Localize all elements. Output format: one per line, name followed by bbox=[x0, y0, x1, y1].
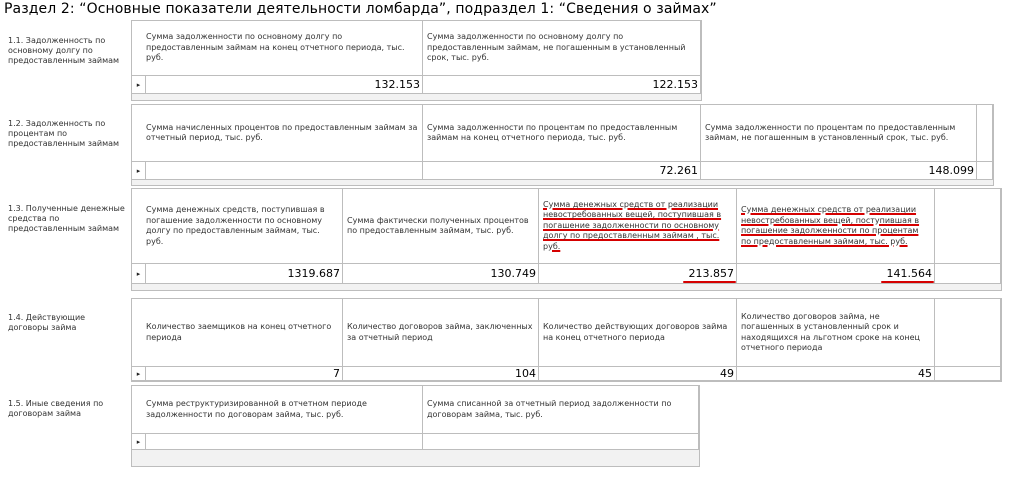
value-cell[interactable]: 72.261 bbox=[423, 162, 701, 180]
column-header-highlighted[interactable]: Сумма денежных средств от реализации нев… bbox=[539, 189, 737, 264]
column-header[interactable]: Количество договоров займа, заключенных … bbox=[343, 299, 539, 367]
column-header-highlighted[interactable]: Сумма денежных средств от реализации нев… bbox=[737, 189, 935, 264]
section-label-1-4: 1.4. Действующие договоры займа bbox=[8, 313, 86, 332]
value-cell[interactable]: 1319.687 bbox=[146, 264, 343, 284]
column-header[interactable]: Сумма задолженности по основному долгу п… bbox=[423, 21, 701, 76]
column-header[interactable]: Сумма фактически полученных процентов по… bbox=[343, 189, 539, 264]
value-cell[interactable]: 49 bbox=[539, 367, 737, 381]
column-header[interactable]: Сумма списанной за отчетный период задол… bbox=[423, 386, 699, 434]
row-selector[interactable]: ▸ bbox=[132, 367, 146, 381]
highlighted-text: Сумма денежных средств от реализации нев… bbox=[741, 205, 920, 246]
value-cell[interactable] bbox=[146, 162, 423, 180]
value-cell[interactable]: 104 bbox=[343, 367, 539, 381]
filler-column bbox=[935, 189, 1001, 264]
column-header[interactable]: Сумма задолженности по процентам по пред… bbox=[701, 105, 977, 162]
value-cell[interactable]: 7 bbox=[146, 367, 343, 381]
value-cell[interactable] bbox=[146, 434, 423, 450]
value-cell[interactable]: 148.099 bbox=[701, 162, 977, 180]
section-label-1-5: 1.5. Иные сведения по договорам займа bbox=[8, 399, 104, 418]
value-cell[interactable]: 122.153 bbox=[423, 76, 701, 94]
grid-other-info: Сумма реструктуризированной в отчетном п… bbox=[131, 385, 700, 467]
row-selector[interactable]: ▸ bbox=[132, 434, 146, 450]
section-label-1-3: 1.3. Полученные денежные средства по пре… bbox=[8, 204, 125, 233]
value-cell[interactable]: 45 bbox=[737, 367, 935, 381]
column-header[interactable]: Количество заемщиков на конец отчетного … bbox=[132, 299, 343, 367]
column-header[interactable]: Сумма денежных средств, поступившая в по… bbox=[132, 189, 343, 264]
grid-received-funds: Сумма денежных средств, поступившая в по… bbox=[131, 188, 1002, 291]
filler-cell bbox=[977, 162, 993, 180]
section-label-1-1: 1.1. Задолженность по основному долгу по… bbox=[8, 36, 120, 65]
value-cell-highlighted[interactable]: 213.857 bbox=[539, 264, 737, 284]
value-cell[interactable]: 130.749 bbox=[343, 264, 539, 284]
section-label-1-2: 1.2. Задолженность по процентам по предо… bbox=[8, 119, 120, 148]
column-header[interactable]: Сумма начисленных процентов по предостав… bbox=[132, 105, 423, 162]
filler-column bbox=[935, 299, 1001, 367]
highlighted-text: Сумма денежных средств от реализации нев… bbox=[543, 199, 722, 251]
column-header[interactable]: Количество действующих договоров займа н… bbox=[539, 299, 737, 367]
page-title: Раздел 2: “Основные показатели деятельно… bbox=[4, 1, 717, 17]
value-cell-highlighted[interactable]: 141.564 bbox=[737, 264, 935, 284]
column-header[interactable]: Сумма задолженности по процентам по пред… bbox=[423, 105, 701, 162]
filler-cell bbox=[935, 367, 1001, 381]
column-header[interactable]: Сумма реструктуризированной в отчетном п… bbox=[132, 386, 423, 434]
column-header[interactable]: Количество договоров займа, не погашенны… bbox=[737, 299, 935, 367]
highlighted-value: 213.857 bbox=[682, 267, 736, 283]
column-header[interactable]: Сумма задолженности по основному долгу п… bbox=[132, 21, 423, 76]
grid-loan-principal: Сумма задолженности по основному долгу п… bbox=[131, 20, 702, 101]
value-cell[interactable]: 132.153 bbox=[146, 76, 423, 94]
filler-column bbox=[977, 105, 993, 162]
grid-interest-debt: Сумма начисленных процентов по предостав… bbox=[131, 104, 994, 186]
row-selector[interactable]: ▸ bbox=[132, 162, 146, 180]
filler-cell bbox=[935, 264, 1001, 284]
row-selector[interactable]: ▸ bbox=[132, 76, 146, 94]
row-selector[interactable]: ▸ bbox=[132, 264, 146, 284]
highlighted-value: 141.564 bbox=[880, 267, 934, 283]
grid-active-contracts: Количество заемщиков на конец отчетного … bbox=[131, 298, 1002, 382]
value-cell[interactable] bbox=[423, 434, 699, 450]
